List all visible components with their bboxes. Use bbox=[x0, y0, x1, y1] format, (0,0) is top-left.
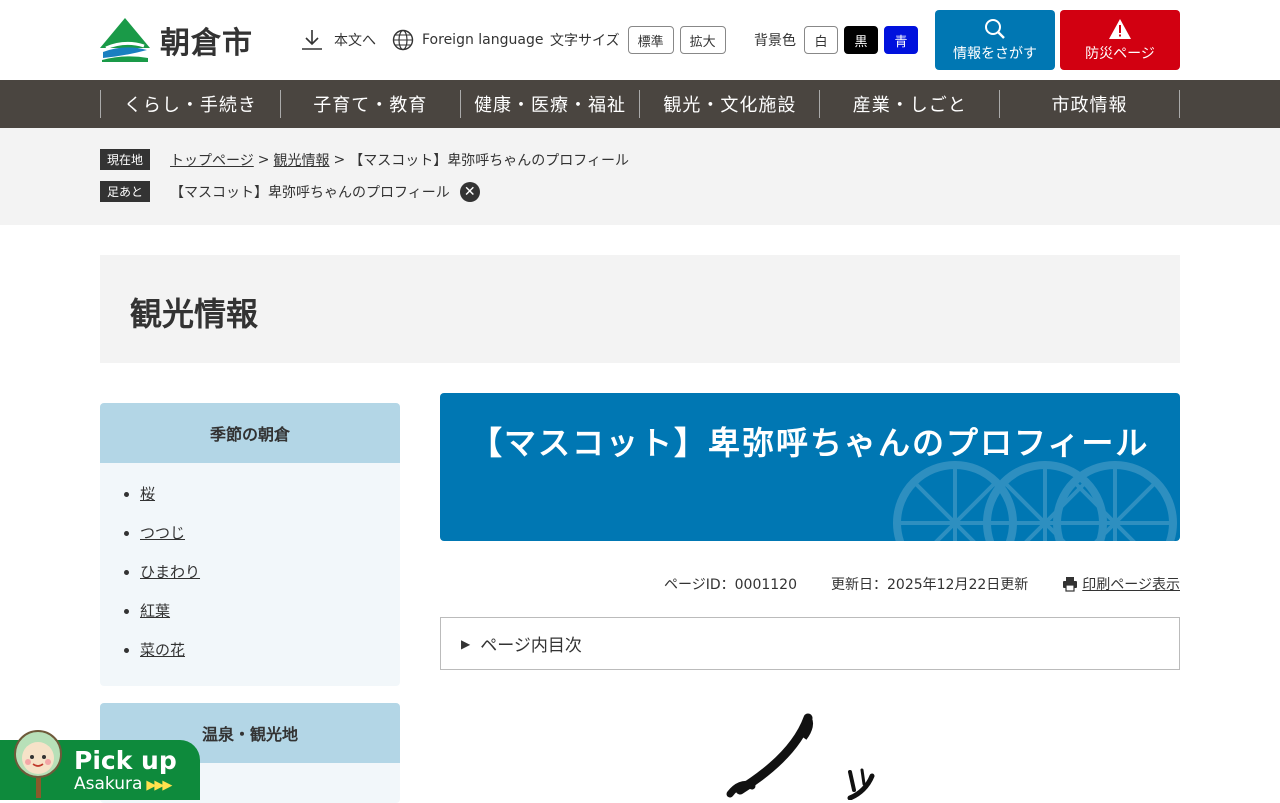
search-info-button[interactable]: 情報をさがす bbox=[935, 10, 1055, 70]
page-meta: ページID：0001120 更新日：2025年12月22日更新 印刷ページ表示 bbox=[440, 574, 1180, 594]
bg-blue-button[interactable]: 青 bbox=[884, 26, 918, 54]
site-header: 朝倉市 本文へ Foreign language 文字サイズ 標準 拡大 背景色… bbox=[0, 0, 1280, 80]
triangle-right-icon: ▶ bbox=[461, 636, 471, 651]
breadcrumb-section-link[interactable]: 観光情報 bbox=[273, 150, 329, 170]
global-nav: くらし・手続き 子育て・教育 健康・医療・福祉 観光・文化施設 産業・しごと 市… bbox=[0, 80, 1280, 128]
sidebar-box: 季節の朝倉 桜 つつじ ひまわり 紅葉 菜の花 bbox=[100, 403, 400, 686]
current-location-tag: 現在地 bbox=[100, 149, 151, 170]
breadcrumb-separator: > bbox=[333, 151, 346, 168]
nav-item-tourism[interactable]: 観光・文化施設 bbox=[640, 90, 821, 118]
printer-icon bbox=[1063, 577, 1078, 592]
page-title: 【マスコット】卑弥呼ちゃんのプロフィール bbox=[470, 424, 1150, 462]
site-logo-text: 朝倉市 bbox=[160, 26, 253, 61]
category-header: 観光情報 bbox=[100, 255, 1180, 363]
font-size-controls: 文字サイズ 標準 拡大 bbox=[550, 24, 726, 56]
sidebar-link-tsutsuji[interactable]: つつじ bbox=[140, 524, 185, 542]
warning-icon bbox=[1109, 18, 1131, 39]
list-item: ひまわり bbox=[140, 559, 380, 598]
disaster-page-button[interactable]: 防災ページ bbox=[1060, 10, 1180, 70]
mascot-calligraphy-image bbox=[726, 713, 875, 800]
nav-item-industry[interactable]: 産業・しごと bbox=[820, 90, 1001, 118]
pickup-title: Pick up bbox=[74, 746, 177, 775]
font-size-large-button[interactable]: 拡大 bbox=[679, 26, 726, 54]
pickup-subtitle-text: Asakura bbox=[74, 774, 143, 794]
download-arrow-icon bbox=[302, 30, 322, 50]
search-icon bbox=[985, 18, 1005, 39]
close-icon[interactable]: ✕ bbox=[459, 181, 480, 202]
skip-link[interactable]: 本文へ bbox=[300, 24, 376, 56]
history-item-link[interactable]: 【マスコット】卑弥呼ちゃんのプロフィール bbox=[170, 182, 450, 202]
page-toc-toggle[interactable]: ▶ ページ内目次 bbox=[440, 617, 1180, 670]
sidebar-seasons: 季節の朝倉 桜 つつじ ひまわり 紅葉 菜の花 bbox=[100, 403, 400, 686]
triple-arrow-icon: ▶▶▶ bbox=[146, 778, 172, 793]
sidebar-heading: 季節の朝倉 bbox=[100, 403, 400, 463]
nav-item-cityhall[interactable]: 市政情報 bbox=[1000, 90, 1180, 118]
list-item: つつじ bbox=[140, 520, 380, 559]
sidebar-link-himawari[interactable]: ひまわり bbox=[140, 563, 200, 581]
site-logo[interactable]: 朝倉市 bbox=[100, 18, 253, 62]
updated-date: 更新日：2025年12月22日更新 bbox=[831, 577, 1029, 593]
nav-item-childcare[interactable]: 子育て・教育 bbox=[281, 90, 461, 118]
font-size-standard-button[interactable]: 標準 bbox=[627, 26, 674, 54]
print-link[interactable]: 印刷ページ表示 bbox=[1062, 574, 1180, 594]
sidebar-link-sakura[interactable]: 桜 bbox=[140, 485, 155, 503]
bg-color-controls: 背景色 白 黒 青 bbox=[754, 24, 918, 56]
globe-icon bbox=[392, 29, 414, 51]
breadcrumb-current: 【マスコット】卑弥呼ちゃんのプロフィール bbox=[349, 152, 629, 169]
list-item: 紅葉 bbox=[140, 598, 380, 637]
skip-link-label: 本文へ bbox=[334, 33, 376, 49]
list-item: 菜の花 bbox=[140, 637, 380, 676]
city-emblem-icon bbox=[100, 18, 150, 62]
search-info-label: 情報をさがす bbox=[953, 45, 1037, 62]
breadcrumb-top-link[interactable]: トップページ bbox=[170, 150, 254, 170]
page-title-box: 【マスコット】卑弥呼ちゃんのプロフィール bbox=[440, 393, 1180, 541]
print-link-label[interactable]: 印刷ページ表示 bbox=[1082, 574, 1180, 594]
history-trail: 足あと 【マスコット】卑弥呼ちゃんのプロフィール ✕ bbox=[100, 181, 480, 202]
mascot-character-icon bbox=[14, 730, 62, 798]
nav-item-living[interactable]: くらし・手続き bbox=[101, 90, 281, 118]
foreign-language-link[interactable]: Foreign language bbox=[392, 24, 543, 56]
category-title: 観光情報 bbox=[130, 295, 259, 333]
bg-white-button[interactable]: 白 bbox=[804, 26, 838, 54]
sidebar-link-nanohana[interactable]: 菜の花 bbox=[140, 641, 185, 659]
pickup-asakura-banner[interactable]: Pick up Asakura ▶▶▶ bbox=[0, 730, 200, 800]
history-tag: 足あと bbox=[100, 181, 151, 202]
pickup-subtitle: Asakura ▶▶▶ bbox=[74, 774, 172, 794]
breadcrumb-area: 現在地 トップページ > 観光情報 > 【マスコット】卑弥呼ちゃんのプロフィール… bbox=[0, 128, 1280, 225]
page-toc-label: ページ内目次 bbox=[480, 636, 582, 656]
breadcrumb-separator: > bbox=[257, 151, 270, 168]
list-item: 桜 bbox=[140, 481, 380, 520]
sidebar-link-koyo[interactable]: 紅葉 bbox=[140, 602, 170, 620]
bg-black-button[interactable]: 黒 bbox=[844, 26, 878, 54]
bg-color-label: 背景色 bbox=[754, 33, 796, 49]
nav-item-health[interactable]: 健康・医療・福祉 bbox=[461, 90, 641, 118]
sidebar-list: 桜 つつじ ひまわり 紅葉 菜の花 bbox=[100, 463, 400, 686]
breadcrumb: 現在地 トップページ > 観光情報 > 【マスコット】卑弥呼ちゃんのプロフィール bbox=[100, 149, 629, 170]
font-size-label: 文字サイズ bbox=[550, 33, 620, 49]
foreign-language-label: Foreign language bbox=[422, 32, 544, 48]
disaster-page-label: 防災ページ bbox=[1085, 45, 1155, 62]
page-id: ページID：0001120 bbox=[664, 577, 797, 593]
